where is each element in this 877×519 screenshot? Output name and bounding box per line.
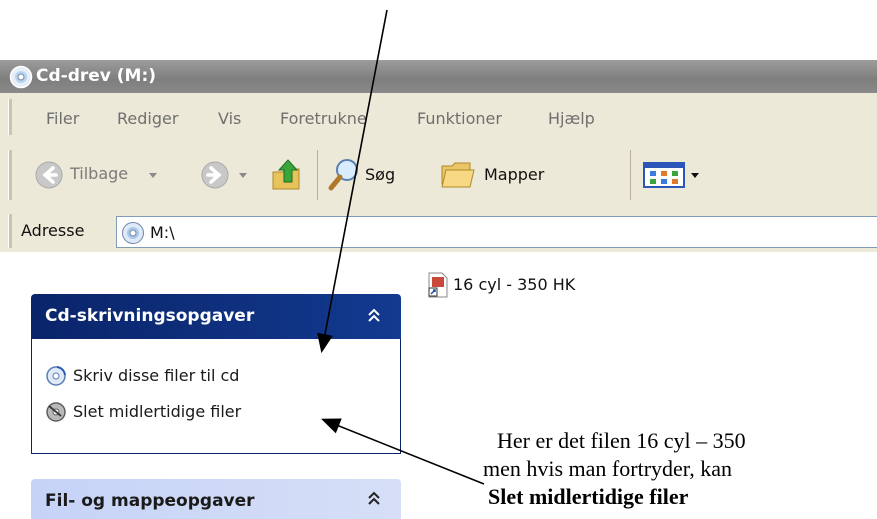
arrow-to-cd-tasks (317, 9, 388, 354)
annotation-arrows (317, 9, 485, 485)
arrow-to-delete-temp (321, 418, 485, 485)
